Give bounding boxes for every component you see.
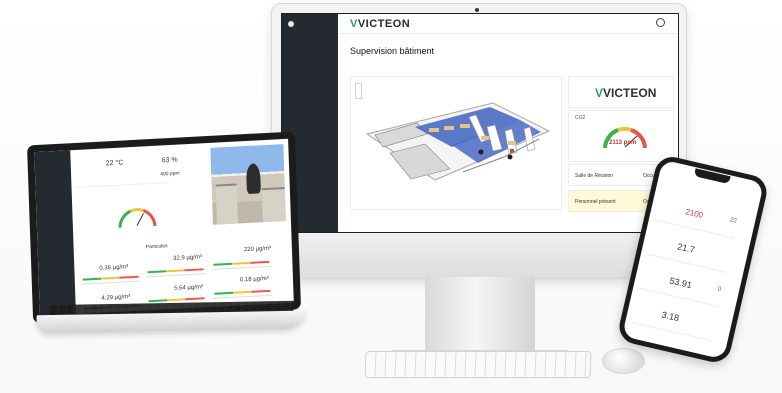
laptop: 22 °C 63 % 400 ppm Particules 0.36 µg/m³ — [27, 131, 311, 336]
particle-metric-card: 0.36 µg/m³ — [80, 256, 141, 285]
particle-metric-card: 220 µg/m³ — [210, 241, 272, 270]
desktop-app-screen: VVICTEON Supervision bâtiment VVICTEON C… — [281, 13, 679, 233]
particle-metric-value: 5.64 µg/m³ — [174, 284, 204, 292]
humidity-value: 63 % — [161, 156, 178, 165]
phone-card-value: 21.7 — [676, 241, 696, 256]
imac-chin — [272, 233, 686, 278]
particles-section-title: Particules — [145, 243, 168, 251]
laptop-sidebar — [34, 150, 76, 316]
user-menu[interactable] — [656, 18, 668, 27]
phone-card-value: 3.18 — [660, 309, 681, 324]
user-icon — [656, 18, 665, 27]
page-title: Supervision bâtiment — [350, 46, 435, 56]
phone-card-side-value: 22 — [729, 217, 738, 225]
building-left — [215, 183, 238, 225]
co2-gauge — [603, 126, 647, 149]
air-value: 400 ppm — [160, 170, 180, 178]
brand-card-logo: VVICTEON — [595, 86, 656, 100]
sidebar-item[interactable] — [290, 120, 335, 130]
imac-stand — [425, 277, 535, 354]
metric-scale — [82, 275, 139, 281]
brand-card: VVICTEON — [568, 76, 674, 108]
co2-value: 2113 ppm — [609, 140, 637, 146]
co2-label: CO2 — [575, 115, 586, 121]
sidebar-item[interactable] — [290, 130, 335, 140]
metric-scale — [214, 289, 271, 295]
floor-plan-panel — [350, 76, 562, 210]
building-right — [261, 187, 286, 223]
meeting-room-label: Salle de Réunion — [575, 173, 614, 179]
brand-avatar — [288, 21, 294, 27]
sidebar-item[interactable] — [290, 80, 335, 90]
floor-plan-3d[interactable] — [360, 97, 557, 194]
victeon-logo: VVICTEON — [350, 18, 410, 30]
laptop-gauge — [118, 208, 157, 228]
co2-card: CO2 2113 ppm — [568, 110, 674, 162]
particle-metric-value: 4.29 µg/m³ — [101, 294, 131, 302]
laptop-screen: 22 °C 63 % 400 ppm Particules 0.36 µg/m³ — [27, 131, 302, 324]
particle-metric-value: 0.36 µg/m³ — [99, 264, 129, 272]
personnel-label: Personnel présent — [575, 199, 616, 205]
statue-image — [245, 163, 261, 194]
desktop-topbar: VVICTEON — [338, 14, 678, 34]
external-keyboard — [364, 351, 592, 378]
sidebar-item[interactable] — [290, 70, 335, 80]
particle-metric-card: 0.18 µg/m³ — [211, 270, 273, 299]
particle-metric-value: 220 µg/m³ — [243, 245, 272, 254]
laptop-base — [33, 310, 307, 334]
building-photo — [210, 144, 286, 225]
particle-metric-card: 32.9 µg/m³ — [144, 249, 206, 278]
phone-card-value: 53.91 — [668, 275, 693, 291]
particle-metric-value: 0.18 µg/m³ — [239, 275, 269, 284]
brand-card-logo-text: VICTEON — [603, 86, 657, 100]
sidebar-item[interactable] — [290, 60, 335, 70]
mouse — [602, 348, 645, 374]
desktop-tabs — [350, 60, 383, 62]
environment-summary-tile: 22 °C 63 % 400 ppm — [73, 153, 180, 189]
phone-card-side-value: 0 — [716, 286, 722, 293]
camera-icon — [475, 8, 479, 12]
device-mockup-scene: VVICTEON Supervision bâtiment VVICTEON C… — [0, 0, 782, 393]
metric-scale — [147, 268, 204, 274]
sidebar-item[interactable] — [290, 50, 335, 60]
victeon-logo-text: VICTEON — [357, 18, 411, 30]
sidebar-item[interactable] — [290, 100, 335, 110]
sidebar-item[interactable] — [290, 110, 335, 120]
sidebar-item[interactable] — [290, 40, 335, 50]
imac-monitor: VVICTEON Supervision bâtiment VVICTEON C… — [271, 3, 687, 279]
metric-scale — [148, 297, 205, 303]
sidebar-item[interactable] — [290, 90, 335, 100]
metric-scale — [213, 260, 270, 266]
brand-card-logo-mark: V — [595, 86, 604, 100]
phone-notch — [693, 168, 731, 185]
phone-card-value: 2100 — [684, 207, 704, 220]
laptop-sidebar-item[interactable] — [37, 230, 73, 239]
victeon-logo-mark: V — [350, 18, 358, 30]
temperature-value: 22 °C — [105, 159, 124, 168]
particle-metric-value: 32.9 µg/m³ — [173, 254, 203, 262]
